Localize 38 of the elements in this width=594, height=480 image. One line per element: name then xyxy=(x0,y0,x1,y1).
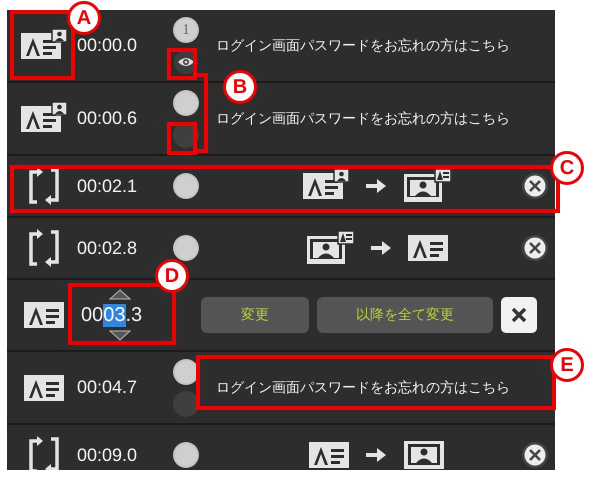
marker-dot[interactable] xyxy=(173,90,199,116)
close-icon xyxy=(511,307,527,323)
highlight-frame xyxy=(167,122,197,155)
caption-text[interactable]: ログイン画面パスワードをお忘れの方はこちら xyxy=(216,36,510,54)
arrow-icon xyxy=(365,177,387,195)
timestamp: 00:09.0 xyxy=(76,444,138,466)
apply-button[interactable]: 変更 xyxy=(201,297,309,333)
monitor-text-icon xyxy=(403,168,451,204)
highlight-frame xyxy=(167,48,197,80)
close-icon[interactable] xyxy=(521,441,549,469)
close-icon[interactable] xyxy=(521,234,549,262)
timestamp: 00:00.0 xyxy=(76,35,138,56)
caption-text[interactable]: ログイン画面パスワードをお忘れの方はこちら xyxy=(216,110,510,128)
caption-text[interactable]: ログイン画面パスワードをお忘れの方はこちら xyxy=(216,378,510,396)
time-spinner[interactable]: 0003.3 xyxy=(81,285,151,345)
monitor-text-icon xyxy=(306,230,354,266)
timestamp: 00:02.1 xyxy=(76,176,138,196)
timestamp: 00:00.6 xyxy=(76,108,138,129)
transition-icon xyxy=(27,166,61,206)
timestamp: 00:02.8 xyxy=(76,238,138,258)
marker-dot[interactable] xyxy=(173,442,199,468)
marker-dot[interactable] xyxy=(173,390,199,416)
down-arrow-icon[interactable] xyxy=(109,330,131,341)
transition-icon xyxy=(27,228,61,268)
close-button[interactable] xyxy=(501,297,537,333)
arrow-icon xyxy=(370,239,392,257)
marker-dot[interactable] xyxy=(173,173,199,199)
apply-all-button[interactable]: 以降を全て変更 xyxy=(317,297,493,333)
close-icon[interactable] xyxy=(521,172,549,200)
callout-label: A xyxy=(67,1,101,35)
transition-icon xyxy=(27,435,61,470)
callout-label: C xyxy=(550,151,584,185)
marker-dot[interactable] xyxy=(173,235,199,261)
step-number: 1 xyxy=(173,16,199,42)
callout-label: E xyxy=(550,348,584,382)
up-arrow-icon[interactable] xyxy=(109,289,131,300)
arrow-icon xyxy=(365,446,387,464)
timestamp: 00:04.7 xyxy=(76,377,138,398)
